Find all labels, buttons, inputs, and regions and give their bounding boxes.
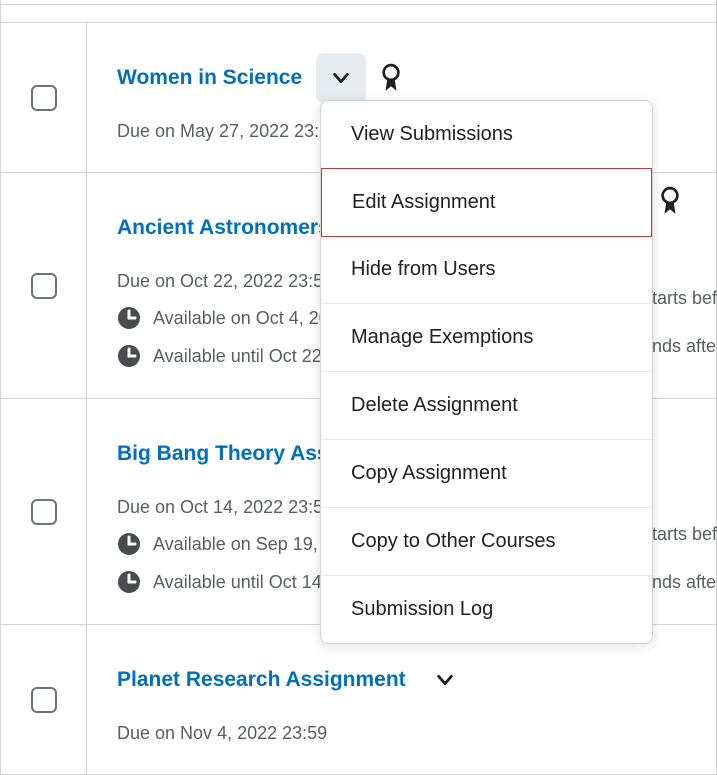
table-header-strip-2 — [0, 5, 717, 23]
row-checkbox[interactable] — [31, 499, 57, 525]
assignment-actions-menu: View SubmissionsEdit AssignmentHide from… — [320, 100, 653, 644]
checkbox-cell — [1, 399, 87, 624]
checkbox-cell — [1, 173, 87, 398]
menu-item[interactable]: Hide from Users — [321, 236, 652, 304]
menu-item[interactable]: View Submissions — [321, 101, 652, 169]
title-line: Planet Research Assignment — [117, 655, 716, 705]
award-icon — [380, 63, 402, 93]
assignment-title-link[interactable]: Planet Research Assignment — [117, 668, 406, 692]
checkbox-cell — [1, 23, 87, 172]
row-content: Planet Research Assignment Due on Nov 4, … — [87, 625, 716, 774]
menu-item[interactable]: Copy Assignment — [321, 440, 652, 508]
row-actions-toggle[interactable] — [420, 655, 470, 705]
clock-icon — [117, 344, 141, 368]
clock-icon — [117, 570, 141, 594]
row-checkbox[interactable] — [31, 273, 57, 299]
due-date: Due on Nov 4, 2022 23:59 — [117, 723, 716, 744]
row-checkbox[interactable] — [31, 85, 57, 111]
menu-item[interactable]: Delete Assignment — [321, 372, 652, 440]
menu-item[interactable]: Manage Exemptions — [321, 304, 652, 372]
title-line: Women in Science — [117, 53, 716, 103]
menu-item[interactable]: Copy to Other Courses — [321, 508, 652, 576]
row-checkbox[interactable] — [31, 687, 57, 713]
menu-item[interactable]: Edit Assignment — [321, 168, 652, 237]
clock-icon — [117, 306, 141, 330]
assignment-title-link[interactable]: Women in Science — [117, 66, 302, 90]
menu-item[interactable]: Submission Log — [321, 576, 652, 643]
checkbox-cell — [1, 625, 87, 774]
table-row: Planet Research Assignment Due on Nov 4, … — [0, 625, 717, 775]
clock-icon — [117, 532, 141, 556]
assignment-badge — [659, 186, 681, 216]
row-actions-toggle[interactable] — [316, 53, 366, 103]
